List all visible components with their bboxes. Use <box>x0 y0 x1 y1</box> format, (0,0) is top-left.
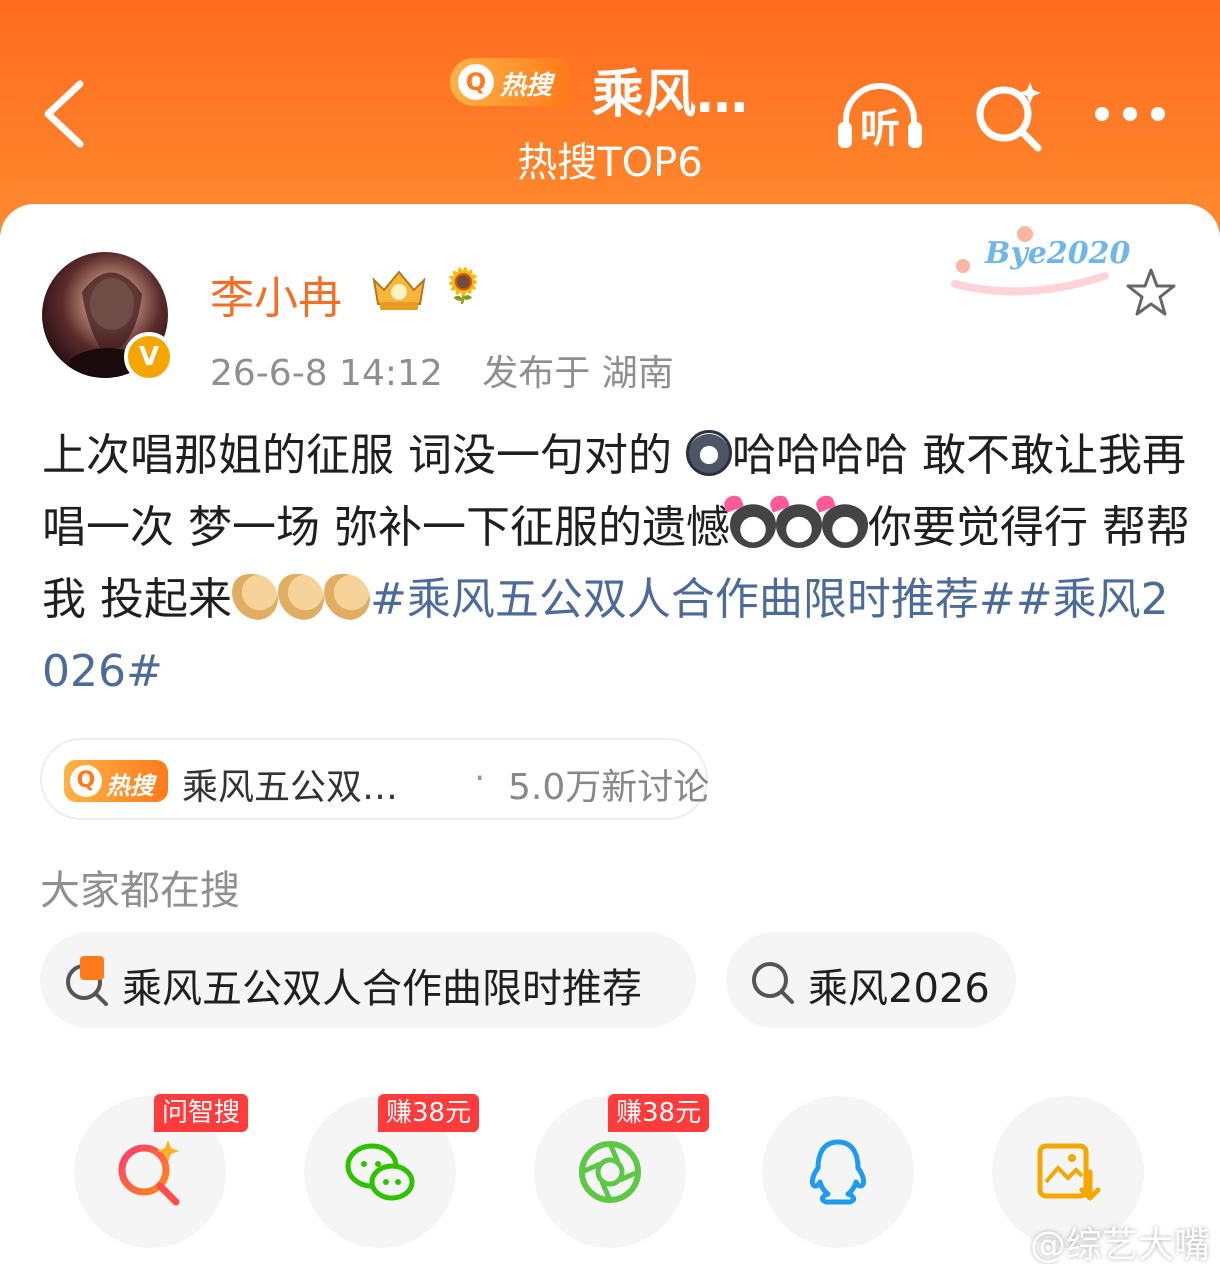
wechat-icon <box>345 1143 415 1201</box>
save-image-icon <box>1037 1143 1101 1201</box>
search-icon: Q <box>70 765 102 797</box>
search-chip-label: 乘风2026 <box>808 966 990 1012</box>
promo-badge: 赚38元 <box>608 1094 710 1132</box>
separator: · <box>474 758 486 799</box>
search-chip[interactable]: 乘风2026 <box>726 932 1016 1028</box>
promo-badge: 问智搜 <box>154 1094 249 1132</box>
hot-search-logo: Q 热搜 <box>64 760 168 802</box>
ai-search-icon <box>118 1140 180 1206</box>
weibo-logo-icon <box>982 1233 1022 1261</box>
ai-search-icon[interactable] <box>972 78 1048 154</box>
crown-rank-badge-icon <box>372 270 426 310</box>
star-icon[interactable] <box>1124 266 1178 320</box>
section-title: 大家都在搜 <box>40 868 240 914</box>
husky-emoji-icon <box>685 430 732 476</box>
page-title: 乘风… <box>592 65 749 125</box>
bye2020-decoration-text: Bye2020 <box>985 236 1131 271</box>
verified-badge-icon: V <box>124 332 174 382</box>
muscle-emoji-icon <box>278 574 324 620</box>
search-icon: Q <box>458 64 494 100</box>
search-icon <box>752 962 794 1004</box>
topic-tag-link[interactable]: #乘风五公双人合作曲限时推荐# <box>370 574 1016 625</box>
hot-search-logo: Q 热搜 <box>450 58 570 106</box>
post-card: V 李小冉 🌻 Bye2020 26-6-8 14:12 发布于 湖南 上次唱那… <box>0 204 1220 1264</box>
listen-button[interactable]: 听 <box>832 76 928 156</box>
muscle-emoji-icon <box>324 574 370 620</box>
promo-badge: 赚38元 <box>378 1094 480 1132</box>
hot-topic-name: 乘风五公双… <box>182 767 399 808</box>
search-chip[interactable]: 乘风五公双人合作曲限时推荐 <box>40 932 696 1028</box>
muscle-emoji-icon <box>232 574 278 620</box>
moments-icon <box>579 1141 641 1203</box>
hot-search-icon <box>66 956 108 1006</box>
sunflower-icon: 🌻 <box>442 266 485 306</box>
username[interactable]: 李小冉 <box>210 262 342 326</box>
search-chip-label: 乘风五公双人合作曲限时推荐 <box>122 966 642 1012</box>
share-moments-button[interactable]: 赚38元 <box>534 1094 710 1248</box>
share-qq-button[interactable] <box>762 1096 914 1248</box>
cat-love-emoji-icon <box>775 502 822 548</box>
listen-label: 听 <box>860 106 900 152</box>
share-wechat-button[interactable]: 赚38元 <box>304 1094 480 1248</box>
post-time: 26-6-8 14:12 <box>210 353 443 394</box>
watermark: @综艺大嘴 <box>982 1216 1210 1264</box>
top-bar: Q 热搜 乘风… 热搜TOP6 听 <box>0 0 1220 230</box>
post-location: 发布于 湖南 <box>482 353 674 394</box>
post-content: 上次唱那姐的征服 词没一句对的 哈哈哈哈 敢不敢让我再唱一次 梦一场 弥补一下征… <box>42 430 1190 697</box>
qq-icon <box>809 1139 867 1205</box>
more-icon[interactable] <box>1090 96 1170 132</box>
hot-search-pill[interactable]: Q 热搜 乘风五公双… · 5.0万新讨论 <box>40 738 710 820</box>
cat-love-emoji-icon <box>729 502 776 548</box>
discussion-count: 5.0万新讨论 <box>508 767 710 808</box>
cat-love-emoji-icon <box>821 502 868 548</box>
ai-search-button[interactable]: 问智搜 <box>74 1094 249 1248</box>
post-meta: 26-6-8 14:12 发布于 湖南 <box>210 344 674 396</box>
